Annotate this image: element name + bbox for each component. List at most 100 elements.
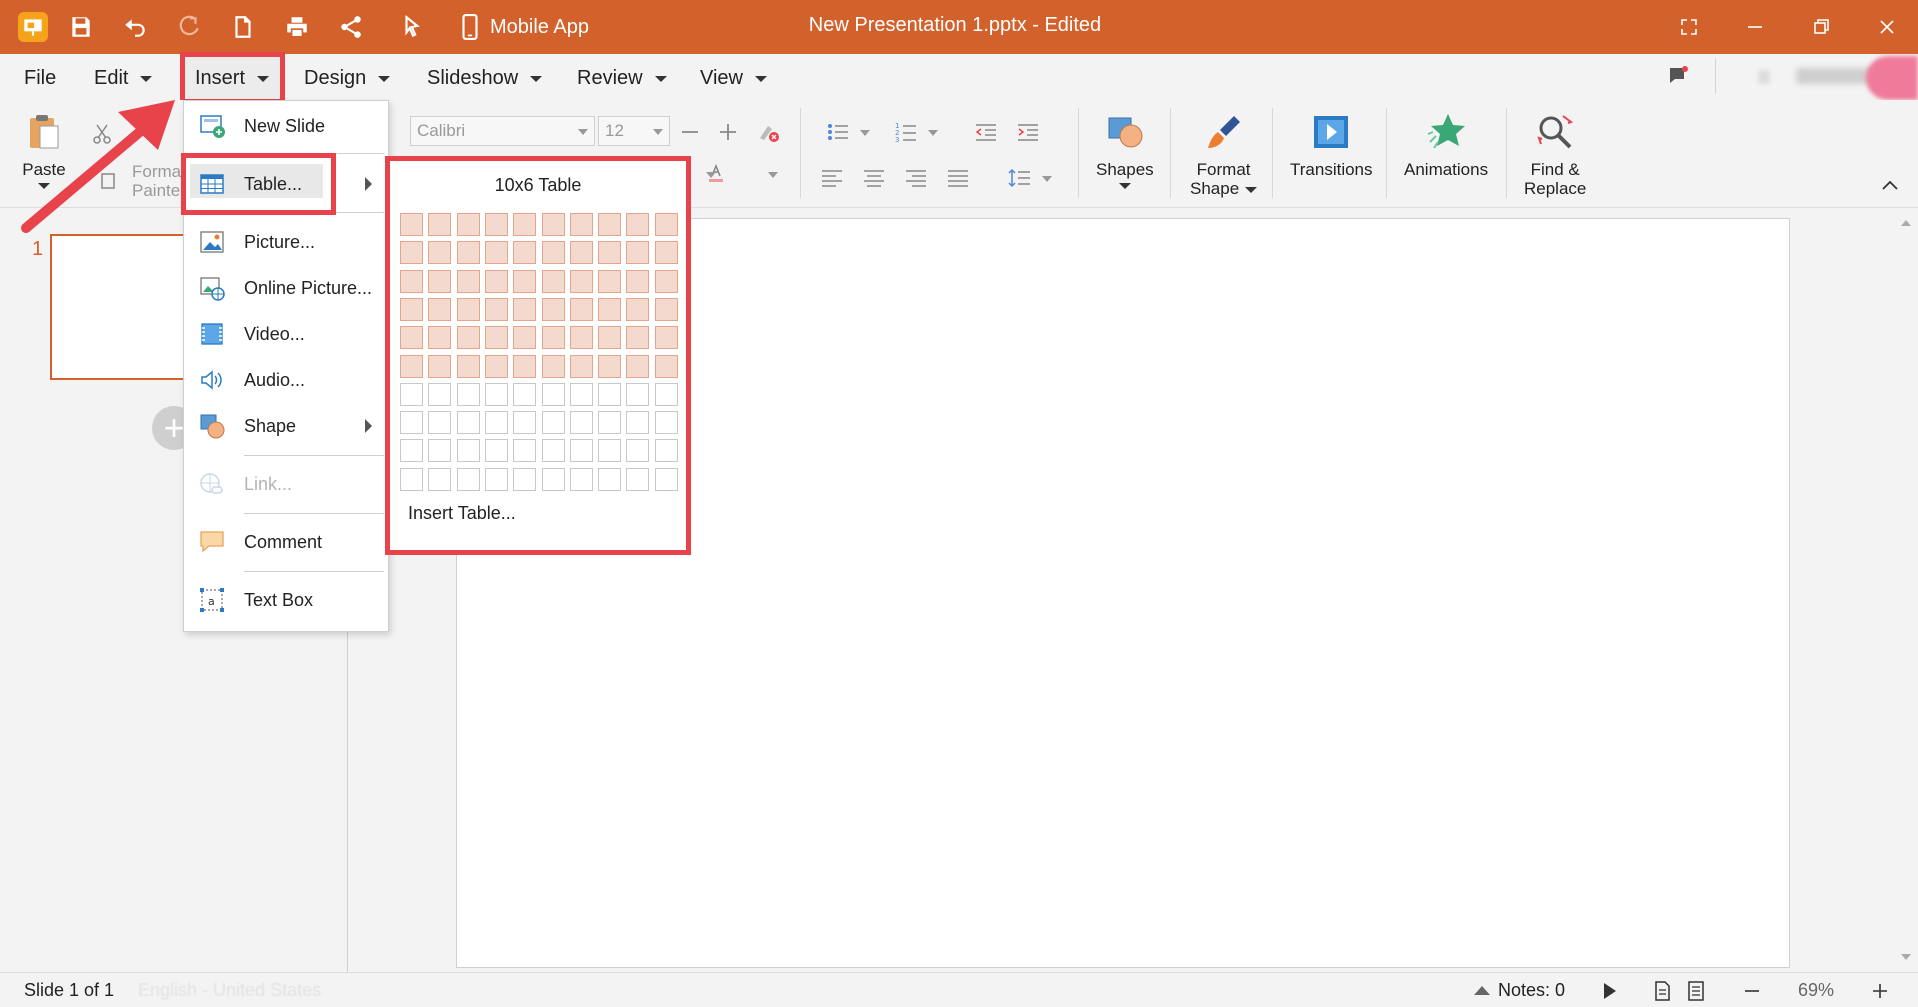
table-grid-cell[interactable]	[541, 213, 565, 236]
align-left-icon[interactable]	[816, 164, 848, 192]
table-grid-cell[interactable]	[598, 297, 622, 321]
table-grid-cell[interactable]	[541, 354, 565, 378]
scroll-down-icon[interactable]	[1901, 954, 1911, 960]
table-grid-cell[interactable]	[428, 297, 452, 321]
menu-design[interactable]: Design	[304, 62, 391, 94]
menu-view[interactable]: View	[700, 62, 767, 94]
table-grid-cell[interactable]	[513, 354, 537, 378]
table-grid-cell[interactable]	[400, 213, 423, 236]
table-grid-cell[interactable]	[456, 382, 480, 406]
increase-indent-icon[interactable]	[1012, 118, 1044, 146]
table-grid-cell[interactable]	[626, 439, 650, 463]
table-grid-cell[interactable]	[541, 297, 565, 321]
menu-text-box[interactable]: a Text Box	[184, 580, 388, 620]
copy-icon[interactable]	[92, 166, 124, 194]
table-grid-cell[interactable]	[484, 297, 508, 321]
format-shape-button[interactable]: Format Shape	[1190, 110, 1258, 198]
menu-edit[interactable]: Edit	[94, 62, 153, 94]
menu-file[interactable]: File	[24, 62, 56, 94]
table-grid-cell[interactable]	[598, 439, 622, 463]
notes-toggle[interactable]: Notes: 0	[1474, 980, 1565, 1001]
table-grid-cell[interactable]	[400, 269, 423, 293]
table-grid-cell[interactable]	[513, 326, 537, 350]
shapes-button[interactable]: Shapes	[1096, 110, 1154, 189]
zoom-in-icon[interactable]	[1864, 977, 1896, 1005]
table-grid-cell[interactable]	[484, 467, 508, 491]
table-grid-cell[interactable]	[626, 382, 650, 406]
table-grid-cell[interactable]	[456, 269, 480, 293]
cut-icon[interactable]	[86, 120, 118, 148]
table-grid-cell[interactable]	[569, 411, 593, 435]
minimize-icon[interactable]	[1742, 14, 1768, 40]
table-grid-cell[interactable]	[456, 467, 480, 491]
table-grid-cell[interactable]	[400, 467, 423, 491]
table-grid-cell[interactable]	[654, 467, 678, 491]
table-grid-cell[interactable]	[569, 297, 593, 321]
table-grid-cell[interactable]	[654, 439, 678, 463]
table-grid-cell[interactable]	[456, 297, 480, 321]
table-grid-cell[interactable]	[541, 467, 565, 491]
zoom-out-icon[interactable]	[1736, 977, 1768, 1005]
numbered-list-icon[interactable]: 123	[890, 118, 922, 146]
decrease-font-icon[interactable]	[674, 118, 706, 146]
table-grid-cell[interactable]	[569, 382, 593, 406]
table-grid-cell[interactable]	[513, 467, 537, 491]
table-grid-cell[interactable]	[569, 439, 593, 463]
table-grid-cell[interactable]	[598, 241, 622, 265]
fullscreen-icon[interactable]	[1676, 14, 1702, 40]
table-grid-cell[interactable]	[541, 382, 565, 406]
menu-picture[interactable]: Picture...	[184, 222, 388, 262]
table-grid-cell[interactable]	[484, 411, 508, 435]
mobile-app-button[interactable]: Mobile App	[460, 14, 589, 40]
table-grid-cell[interactable]	[626, 213, 650, 236]
language-indicator[interactable]: English - United States	[138, 980, 321, 1001]
table-grid-cell[interactable]	[428, 382, 452, 406]
menu-insert[interactable]: Insert	[180, 52, 285, 104]
table-grid-cell[interactable]	[428, 411, 452, 435]
table-grid-cell[interactable]	[569, 269, 593, 293]
table-grid-cell[interactable]	[400, 326, 423, 350]
table-grid-cell[interactable]	[513, 411, 537, 435]
zoom-level[interactable]: 69%	[1798, 980, 1834, 1001]
format-painter-label[interactable]: Forma Painte	[132, 162, 181, 200]
align-right-icon[interactable]	[900, 164, 932, 192]
animations-button[interactable]: Animations	[1404, 110, 1488, 179]
table-grid-cell[interactable]	[428, 467, 452, 491]
table-grid-cell[interactable]	[626, 241, 650, 265]
table-grid-cell[interactable]	[513, 439, 537, 463]
redo-icon[interactable]	[174, 12, 204, 42]
table-grid-cell[interactable]	[654, 297, 678, 321]
table-grid-cell[interactable]	[598, 213, 622, 236]
table-grid-cell[interactable]	[626, 326, 650, 350]
table-grid-cell[interactable]	[598, 411, 622, 435]
table-grid-cell[interactable]	[654, 326, 678, 350]
table-grid-cell[interactable]	[626, 297, 650, 321]
table-grid-cell[interactable]	[541, 439, 565, 463]
table-grid-cell[interactable]	[400, 411, 423, 435]
table-grid-cell[interactable]	[654, 241, 678, 265]
table-grid-cell[interactable]	[484, 382, 508, 406]
table-grid-cell[interactable]	[541, 241, 565, 265]
table-grid-cell[interactable]	[569, 241, 593, 265]
table-grid-cell[interactable]	[428, 354, 452, 378]
table-grid-cell[interactable]	[484, 326, 508, 350]
table-grid-cell[interactable]	[513, 297, 537, 321]
table-grid-cell[interactable]	[428, 326, 452, 350]
table-grid-cell[interactable]	[654, 213, 678, 236]
table-grid-cell[interactable]	[428, 269, 452, 293]
table-grid-cell[interactable]	[598, 382, 622, 406]
table-grid-cell[interactable]	[569, 354, 593, 378]
table-grid-cell[interactable]	[456, 411, 480, 435]
table-grid-cell[interactable]	[456, 354, 480, 378]
table-grid-cell[interactable]	[484, 354, 508, 378]
table-grid-cell[interactable]	[400, 439, 423, 463]
undo-icon[interactable]	[120, 12, 150, 42]
menu-video[interactable]: Video...	[184, 314, 388, 354]
increase-font-icon[interactable]	[712, 118, 744, 146]
table-grid-cell[interactable]	[513, 241, 537, 265]
table-grid-cell[interactable]	[541, 326, 565, 350]
menu-comment[interactable]: Comment	[184, 522, 388, 562]
menu-shape[interactable]: Shape	[184, 406, 388, 446]
table-grid-cell[interactable]	[569, 467, 593, 491]
decrease-indent-icon[interactable]	[970, 118, 1002, 146]
